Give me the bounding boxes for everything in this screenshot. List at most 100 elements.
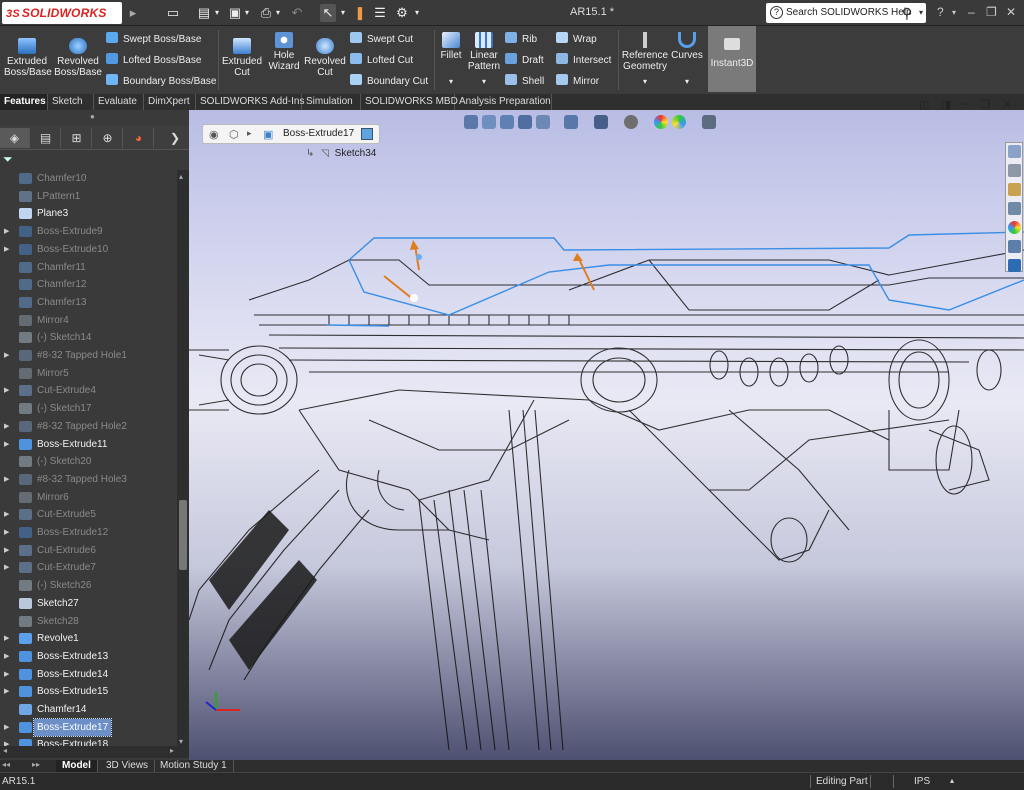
swept-cut-button[interactable]: Swept Cut [350, 32, 413, 47]
help-dropdown-icon[interactable]: ▾ [952, 8, 956, 17]
design-library-icon[interactable] [1008, 183, 1021, 196]
expand-arrow-icon[interactable]: ▶ [4, 630, 9, 647]
dimxpert-manager-tab-icon[interactable]: ⊕ [93, 128, 123, 148]
tab-addins[interactable]: SOLIDWORKS Add-Ins [196, 94, 304, 110]
expand-arrow-icon[interactable]: ▶ [4, 506, 9, 523]
expand-arrow-icon[interactable]: ▶ [4, 436, 9, 453]
mirror-button[interactable]: Mirror [556, 74, 599, 89]
scroll-left-icon[interactable]: ◂ [3, 746, 7, 755]
shell-button[interactable]: Shell [505, 74, 544, 89]
tree-item[interactable]: (-) Sketch14 [0, 329, 176, 346]
tree-vertical-scrollbar[interactable]: ▴ ▾ [177, 170, 189, 748]
expand-arrow-icon[interactable]: ▶ [4, 471, 9, 488]
tree-item[interactable]: (-) Sketch26 [0, 577, 176, 594]
display-style-icon[interactable] [594, 115, 608, 129]
fillet-dropdown-icon[interactable]: ▾ [445, 76, 457, 87]
resources-icon[interactable] [1008, 164, 1021, 177]
reference-geometry-button[interactable]: Reference Geometry [621, 32, 669, 72]
file-properties-icon[interactable]: ☰ [373, 4, 387, 22]
custom-properties-icon[interactable] [1008, 240, 1021, 253]
panel-splitter-icon[interactable]: ● [90, 112, 95, 121]
dynamic-annotation-icon[interactable] [536, 115, 550, 129]
apply-scene-icon[interactable] [672, 115, 686, 129]
tab-3d-views[interactable]: 3D Views [100, 760, 156, 772]
breadcrumb-sketch-row[interactable]: ↳ ◹ Sketch34 [306, 148, 376, 159]
hide-show-items-icon[interactable] [624, 115, 638, 129]
tree-item[interactable]: Chamfer12 [0, 276, 176, 293]
expand-arrow-icon[interactable]: ▶ [4, 542, 9, 559]
expand-arrow-icon[interactable]: ▶ [4, 241, 9, 258]
new-icon[interactable]: ▭ [166, 4, 180, 22]
search-dropdown-icon[interactable]: ▾ [919, 3, 923, 23]
options-gear-icon[interactable]: ⚙ [395, 4, 409, 22]
tree-item[interactable]: ▶ Boss-Extrude10 [0, 241, 176, 258]
tree-item[interactable]: ▶ Boss-Extrude9 [0, 223, 176, 240]
viewport-restore-icon[interactable]: ❐ [980, 98, 990, 111]
lofted-cut-button[interactable]: Lofted Cut [350, 53, 413, 68]
configuration-manager-tab-icon[interactable]: ⊞ [62, 128, 92, 148]
appearances-icon[interactable] [1008, 221, 1021, 234]
tab-simulation[interactable]: Simulation [302, 94, 361, 110]
undo-icon[interactable]: ↶ [290, 4, 304, 22]
tree-horizontal-scrollbar[interactable]: ◂ ▸ [0, 746, 189, 758]
expand-arrow-icon[interactable]: ▶ [4, 719, 9, 736]
tab-mbd[interactable]: SOLIDWORKS MBD [361, 94, 458, 110]
edit-appearance-icon[interactable] [654, 115, 668, 129]
save-icon[interactable]: ▣ [228, 4, 242, 22]
tree-item[interactable]: Chamfer11 [0, 259, 176, 276]
scroll-up-icon[interactable]: ▴ [179, 172, 183, 181]
select-dropdown-icon[interactable]: ▾ [338, 4, 348, 22]
expand-arrow-icon[interactable]: ▶ [4, 524, 9, 541]
tree-item[interactable]: Mirror6 [0, 489, 176, 506]
tree-item[interactable]: ▶ Cut-Extrude6 [0, 542, 176, 559]
tree-item[interactable]: Sketch28 [0, 613, 176, 630]
tree-item[interactable]: ▶ #8-32 Tapped Hole3 [0, 471, 176, 488]
section-view-icon[interactable] [518, 115, 532, 129]
graphics-area[interactable]: ◉ ⬡ ▸ ▣ Boss-Extrude17 ↳ ◹ Sketch34 [189, 110, 1024, 760]
help-search-field[interactable]: ? Search SOLIDWORKS Help ⚲ ▾ [766, 3, 926, 23]
open-icon[interactable]: ▤ [196, 4, 212, 22]
options-dropdown-icon[interactable]: ▾ [412, 4, 422, 22]
viewport-split-icon[interactable]: ◨ [941, 98, 951, 111]
tree-item[interactable]: ▶ Boss-Extrude17 [0, 717, 176, 737]
expand-arrow-icon[interactable]: ▶ [4, 666, 9, 683]
tree-item[interactable]: Chamfer10 [0, 170, 176, 187]
tree-item[interactable]: ▶ #8-32 Tapped Hole2 [0, 418, 176, 435]
menu-expand-icon[interactable]: ▸ [127, 4, 139, 22]
tab-evaluate[interactable]: Evaluate [94, 94, 144, 110]
tab-scroll-right-icon[interactable]: ▸▸ [32, 760, 40, 769]
home-icon[interactable] [1008, 145, 1021, 158]
tree-item[interactable]: ▶ Cut-Extrude4 [0, 382, 176, 399]
zoom-to-fit-icon[interactable] [464, 115, 478, 129]
solidworks-forum-icon[interactable] [1008, 259, 1021, 272]
scroll-down-icon[interactable]: ▾ [179, 737, 183, 746]
expand-arrow-icon[interactable]: ▶ [4, 382, 9, 399]
expand-arrow-icon[interactable]: ▶ [4, 559, 9, 576]
rebuild-icon[interactable]: ❚ [354, 4, 366, 22]
rib-button[interactable]: Rib [505, 32, 537, 47]
display-manager-tab-icon[interactable]: ◕ [124, 128, 154, 148]
viewport-minimize-icon[interactable]: – [962, 96, 969, 110]
zoom-to-area-icon[interactable] [482, 115, 496, 129]
reference-dropdown-icon[interactable]: ▾ [639, 76, 651, 87]
swept-boss-button[interactable]: Swept Boss/Base [106, 32, 201, 47]
boundary-cut-button[interactable]: Boundary Cut [350, 74, 428, 89]
breadcrumb-feature[interactable]: Boss-Extrude17 [283, 128, 354, 139]
tree-item[interactable]: ▶ Boss-Extrude15 [0, 683, 176, 700]
help-icon[interactable]: ? [937, 5, 944, 19]
print-icon[interactable]: ⎙ [259, 4, 273, 22]
expand-arrow-icon[interactable]: ▶ [4, 347, 9, 364]
tree-item[interactable]: Plane3 [0, 205, 176, 222]
solidworks-logo[interactable]: 3S SOLIDWORKS [2, 2, 122, 24]
filter-icon[interactable]: ⏷ [3, 152, 13, 167]
tree-item[interactable]: Mirror5 [0, 365, 176, 382]
tab-model[interactable]: Model [56, 760, 98, 772]
scroll-right-icon[interactable]: ▸ [170, 746, 174, 755]
tree-item[interactable]: ▶ Revolve1 [0, 630, 176, 647]
expand-arrow-icon[interactable]: ▶ [4, 418, 9, 435]
select-icon[interactable]: ↖ [320, 4, 336, 22]
instant3d-button[interactable]: Instant3D [708, 26, 756, 92]
extruded-cut-button[interactable]: Extruded Cut [221, 38, 263, 78]
tab-analysis-preparation[interactable]: Analysis Preparation [455, 94, 552, 110]
restore-icon[interactable]: ❐ [986, 5, 997, 19]
